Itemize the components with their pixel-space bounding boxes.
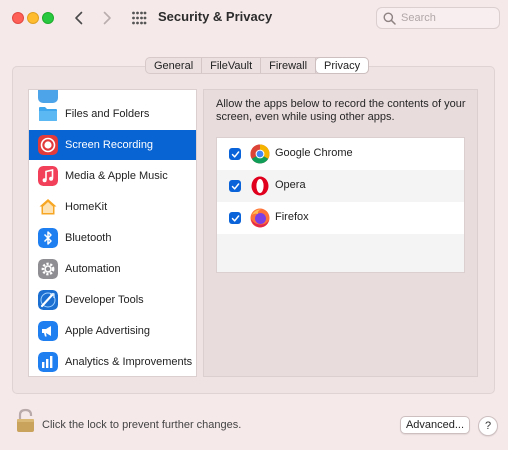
sidebar-item-files-and-folders[interactable]: Files and Folders [29,99,196,129]
back-button[interactable] [70,8,88,28]
app-name: Opera [275,179,306,191]
sidebar-item-bluetooth[interactable]: Bluetooth [29,223,196,253]
chevron-left-icon [75,11,83,25]
screen-recording-icon [38,135,58,155]
app-list-empty-row [217,234,464,272]
chevron-right-icon [103,11,111,25]
opera-icon [251,176,269,196]
zoom-window-button[interactable] [42,12,54,24]
show-all-grid-icon[interactable] [131,11,147,25]
help-button[interactable]: ? [478,416,498,436]
lock-icon[interactable] [15,408,36,434]
gear-icon [38,259,58,279]
checkmark-icon [231,182,239,190]
sidebar-item-label: Media & Apple Music [65,170,168,182]
app-list[interactable]: Google Chrome Opera Firefox [216,137,465,273]
sidebar-item-analytics-improvements[interactable]: Analytics & Improvements [29,347,196,376]
forward-button[interactable] [98,8,116,28]
minimize-window-button[interactable] [27,12,39,24]
privacy-category-list[interactable]: Files and Folders Screen Recording Media… [28,89,197,377]
search-field[interactable] [376,7,500,29]
sidebar-item-homekit[interactable]: HomeKit [29,192,196,222]
lock-status-text: Click the lock to prevent further change… [42,419,242,431]
tab-firewall[interactable]: Firewall [261,58,317,73]
sidebar-item-label: HomeKit [65,201,108,213]
sidebar-item-label: Developer Tools [65,294,144,306]
search-icon [383,12,396,25]
description-text: Allow the apps below to record the conte… [216,98,466,123]
megaphone-icon [38,321,58,341]
sidebar-item-developer-tools[interactable]: Developer Tools [29,285,196,315]
sidebar-item-label: Files and Folders [65,108,150,120]
app-row-google-chrome[interactable]: Google Chrome [217,138,464,170]
app-checkbox[interactable] [229,212,241,224]
sidebar-item-apple-advertising[interactable]: Apple Advertising [29,316,196,346]
sidebar-item-label: Bluetooth [65,232,112,244]
app-row-firefox[interactable]: Firefox [217,202,464,234]
app-checkbox[interactable] [229,148,241,160]
analytics-icon [38,352,58,372]
system-preferences-window: Security & Privacy General FileVault Fir… [0,0,508,450]
window-title: Security & Privacy [158,9,273,24]
tab-bar: General FileVault Firewall Privacy [145,57,370,74]
close-window-button[interactable] [12,12,24,24]
app-name: Firefox [275,211,309,223]
homekit-icon [39,199,57,215]
developer-tools-icon [38,290,58,310]
tab-privacy[interactable]: Privacy [316,58,369,73]
advanced-button[interactable]: Advanced... [400,416,470,434]
folder-icon [39,107,57,121]
music-icon [38,166,58,186]
checkmark-icon [231,150,239,158]
firefox-icon [250,208,270,228]
tab-filevault[interactable]: FileVault [202,58,262,73]
titlebar: Security & Privacy [0,0,508,38]
sidebar-item-screen-recording[interactable]: Screen Recording [29,130,196,160]
sidebar-item-label: Analytics & Improvements [65,356,193,368]
sidebar-item-media-apple-music[interactable]: Media & Apple Music [29,161,196,191]
chrome-icon [250,144,270,164]
bluetooth-icon [38,228,58,248]
sidebar-item-label: Screen Recording [65,139,154,151]
app-name: Google Chrome [275,147,353,159]
sidebar-item-label: Apple Advertising [65,325,150,337]
sidebar-item-automation[interactable]: Automation [29,254,196,284]
tab-general[interactable]: General [146,58,203,73]
sidebar-item-label: Automation [65,263,121,275]
app-row-opera[interactable]: Opera [217,170,464,202]
app-checkbox[interactable] [229,180,241,192]
search-input[interactable] [399,9,497,27]
checkmark-icon [231,214,239,222]
